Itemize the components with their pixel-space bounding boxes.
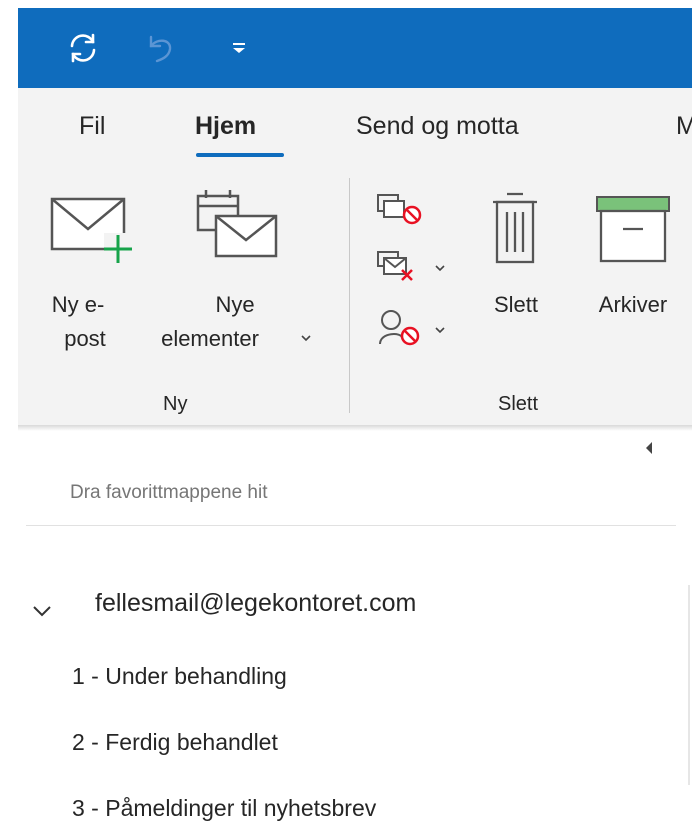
group-divider [349,178,350,413]
folder-item[interactable]: 3 - Påmeldinger til nyhetsbrev [72,795,376,822]
active-tab-indicator [196,153,284,157]
new-email-label-1: Ny e- [51,292,105,317]
group-label-new: Ny [163,393,188,415]
customize-quick-access-icon[interactable] [226,8,252,88]
folder-item[interactable]: 1 - Under behandling [72,663,287,690]
new-email-icon [50,195,134,270]
new-email-label-2: post [64,326,106,351]
chevron-down-icon[interactable] [32,604,52,623]
chevron-down-icon [434,260,446,278]
tab-file[interactable]: Fil [79,112,105,141]
group-label-delete: Slett [498,393,539,415]
chevron-down-icon [300,330,312,348]
new-items-label-2: elementer [161,326,259,351]
chevron-left-icon [646,442,652,454]
archive-icon [595,195,673,270]
tab-more[interactable]: M [676,112,692,141]
junk-button[interactable] [376,308,445,353]
folder-item[interactable]: 2 - Ferdig behandlet [72,729,278,756]
account-name[interactable]: fellesmail@legekontoret.com [95,589,416,618]
ignore-button[interactable] [376,193,424,234]
chevron-down-icon [434,322,446,340]
trash-icon [491,188,539,271]
collapse-pane-button[interactable] [643,440,655,461]
tab-send-receive[interactable]: Send og motta [356,112,519,141]
block-sender-icon [379,310,420,346]
scrollbar[interactable] [688,585,690,785]
ignore-icon [377,194,422,225]
title-bar [18,8,692,88]
new-items-icon [196,188,280,265]
favorites-divider [26,525,676,526]
sync-icon[interactable] [63,8,103,88]
clean-up-icon [377,251,413,281]
undo-icon[interactable] [140,8,180,88]
tab-home[interactable]: Hjem [195,112,256,141]
clean-up-button[interactable] [376,250,445,289]
new-items-label-1: Nye [215,292,255,317]
archive-label: Arkiver [598,292,668,317]
favorites-hint: Dra favorittmappene hit [70,482,268,503]
delete-label: Slett [493,292,539,317]
